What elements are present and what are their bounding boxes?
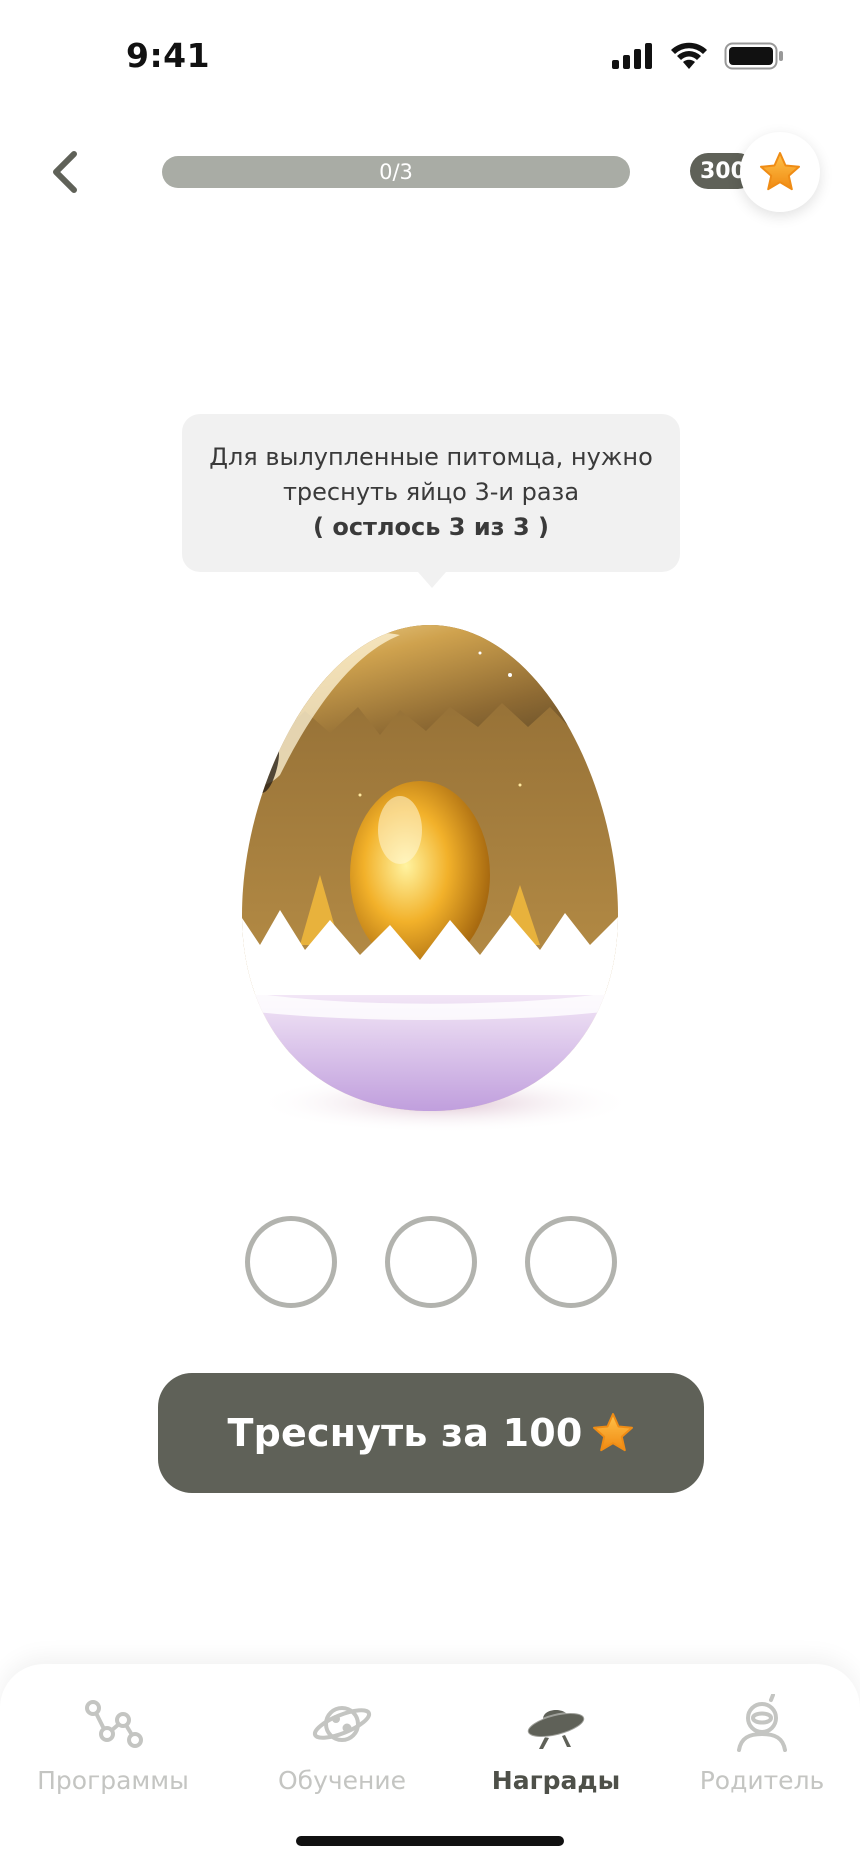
hint-line-2: треснуть яйцо 3-и раза <box>282 478 580 506</box>
chevron-left-icon <box>53 151 77 193</box>
status-icons <box>612 42 784 70</box>
attempt-circle <box>245 1216 337 1308</box>
tab-parent[interactable]: Родитель <box>662 1694 860 1795</box>
battery-icon <box>724 42 783 70</box>
star-icon <box>760 152 800 191</box>
tab-label: Программы <box>37 1766 189 1795</box>
astronaut-icon <box>737 1694 787 1752</box>
bottom-tab-bar: Программы Обучение Награды Родитель <box>0 1664 860 1864</box>
home-indicator <box>296 1836 564 1846</box>
tab-label: Обучение <box>277 1766 406 1795</box>
attempt-circle <box>525 1216 617 1308</box>
status-bar: 9:41 <box>0 0 860 110</box>
back-button[interactable] <box>40 142 90 202</box>
golden-egg-image[interactable] <box>210 615 650 1135</box>
crack-button-label: Треснуть за 100 <box>227 1411 583 1455</box>
egg-illustration <box>242 625 635 1133</box>
hatch-hint-tooltip: Для вылупленные питомца, нужно треснуть … <box>182 414 680 588</box>
wifi-icon <box>671 42 707 69</box>
tab-label: Награды <box>491 1766 621 1795</box>
attempt-indicators <box>245 1216 617 1308</box>
star-balance[interactable]: 300 <box>690 132 820 212</box>
tab-learning[interactable]: Обучение <box>242 1694 442 1795</box>
cellular-signal-icon <box>612 43 652 69</box>
ufo-icon <box>526 1710 586 1749</box>
planet-icon <box>312 1706 372 1742</box>
tab-programs[interactable]: Программы <box>13 1694 213 1795</box>
hint-remaining: ( остлось 3 из 3 ) <box>313 513 549 541</box>
balance-star-badge <box>740 132 820 212</box>
tab-label: Родитель <box>699 1766 825 1795</box>
crack-progress-bar: 0/3 <box>162 156 630 188</box>
status-time: 9:41 <box>126 36 211 75</box>
attempt-circle <box>385 1216 477 1308</box>
tab-rewards[interactable]: Награды <box>456 1694 656 1795</box>
crack-egg-button[interactable]: Треснуть за 100 <box>158 1373 704 1493</box>
programs-icon <box>85 1700 143 1748</box>
progress-label: 0/3 <box>379 160 413 184</box>
hint-line-1: Для вылупленные питомца, нужно <box>209 443 653 471</box>
star-icon <box>592 1413 633 1452</box>
